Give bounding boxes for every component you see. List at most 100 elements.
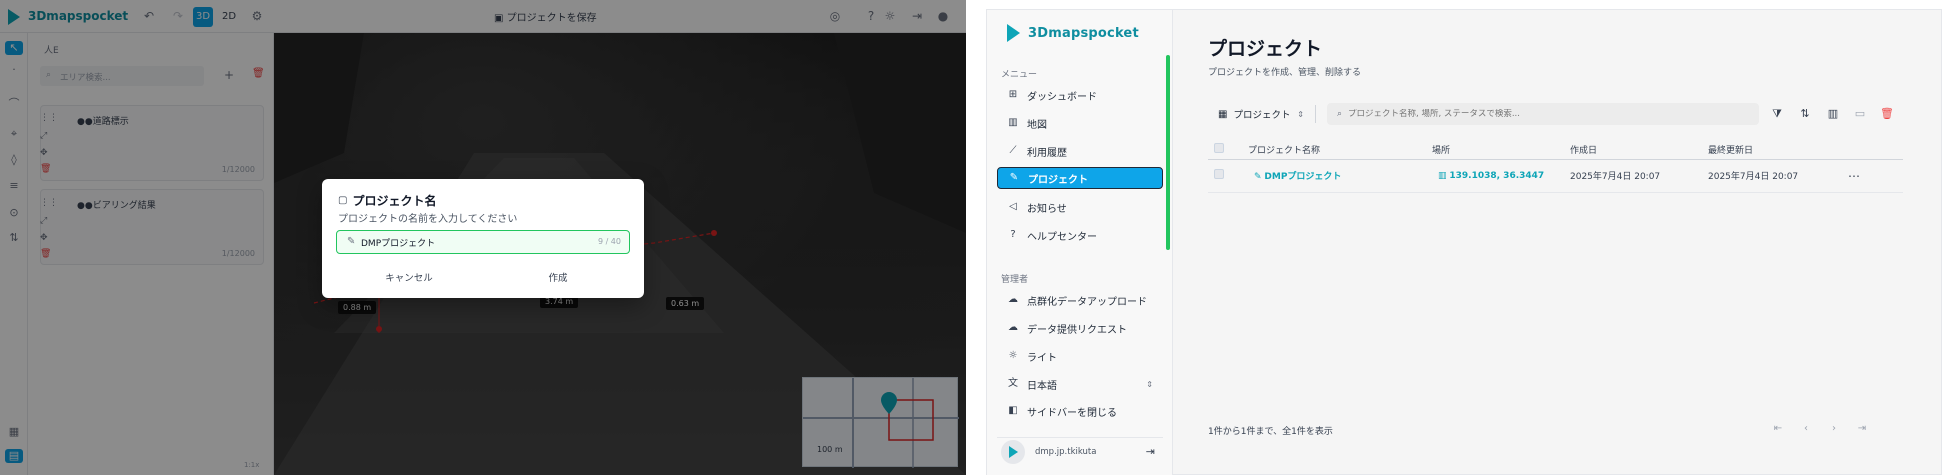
document-icon: ▢ — [338, 195, 348, 206]
column-header-created[interactable]: 作成日 — [1570, 141, 1708, 160]
sun-icon: ☼ — [1008, 350, 1018, 361]
project-name-cell[interactable]: ✎ DMPプロジェクト — [1248, 159, 1432, 193]
sidebar-item-label: 日本語 — [1027, 380, 1057, 392]
avatar — [1001, 439, 1025, 464]
filter-icon[interactable]: ⧩ — [1769, 106, 1785, 122]
edit-icon: ✎ — [1009, 172, 1019, 183]
chevron-updown-icon: ⇕ — [1146, 379, 1153, 389]
view-selector[interactable]: ▦ プロジェクト ⇕ — [1208, 103, 1310, 125]
sidebar-item-label: データ提供リクエスト — [1027, 324, 1127, 336]
trash-icon[interactable]: 🗑 — [1879, 106, 1895, 122]
page-title: プロジェクト — [1208, 38, 1323, 60]
sidebar-item-projects[interactable]: ✎ プロジェクト — [997, 167, 1163, 189]
sidebar-item-label: ダッシュボード — [1027, 91, 1097, 103]
viewer-window: 3Dmapspocket ↶ ↷ 3D 2D ⚙ ▣ プロジェクトを保存 ◎ ?… — [0, 0, 966, 475]
user-profile[interactable]: dmp.jp.tkikuta ⇥ — [997, 437, 1163, 465]
row-select-cell — [1208, 159, 1248, 193]
cloud-upload-icon: ☁ — [1008, 294, 1018, 305]
more-actions-icon[interactable]: ⋯ — [1848, 169, 1861, 183]
first-page-icon[interactable]: ⇤ — [1771, 422, 1785, 436]
dialog-title: プロジェクト名 — [352, 194, 437, 208]
brand-name: 3Dmapspocket — [1028, 25, 1139, 41]
project-table: プロジェクト名称 場所 作成日 最終更新日 ✎ DMPプロジェクト ▥ 139.… — [1208, 141, 1903, 193]
translate-icon: 文 — [1008, 378, 1018, 389]
chart-icon: ⟋ — [1009, 145, 1017, 156]
project-search[interactable]: ⌕ — [1327, 103, 1759, 125]
pen-icon: ✎ — [347, 236, 356, 247]
project-search-input[interactable] — [1348, 109, 1729, 119]
sidebar-item-theme[interactable]: ☼ ライト — [997, 345, 1163, 367]
sidebar-item-notices[interactable]: ◁ お知らせ — [997, 196, 1163, 218]
sidebar-item-upload[interactable]: ☁ 点群化データアップロード — [997, 289, 1163, 311]
columns-icon[interactable]: ▥ — [1825, 106, 1841, 122]
sidebar-close-icon: ◧ — [1008, 405, 1018, 416]
sidebar: 3Dmapspocket メニュー ⊞ ダッシュボード ▥ 地図 ⟋ 利用履歴 … — [987, 10, 1173, 475]
column-header-updated[interactable]: 最終更新日 — [1708, 141, 1848, 160]
row-checkbox[interactable] — [1214, 169, 1224, 179]
sidebar-item-data-request[interactable]: ☁ データ提供リクエスト — [997, 317, 1163, 339]
sidebar-item-label: プロジェクト — [1028, 174, 1088, 186]
sidebar-item-label: 点群化データアップロード — [1027, 296, 1147, 308]
view-selector-label: プロジェクト — [1233, 110, 1291, 121]
column-header-name[interactable]: プロジェクト名称 — [1248, 141, 1432, 160]
sidebar-item-label: 利用履歴 — [1027, 147, 1067, 159]
sidebar-item-label: ライト — [1027, 352, 1057, 364]
page-subtitle: プロジェクトを作成、管理、削除する — [1208, 68, 1362, 78]
select-all-cell — [1208, 141, 1248, 160]
sidebar-item-help-center[interactable]: ? ヘルプセンター — [997, 224, 1163, 246]
project-updated-cell: 2025年7月4日 20:07 — [1708, 159, 1848, 193]
main-content: プロジェクト プロジェクトを作成、管理、削除する ▦ プロジェクト ⇕ ⌕ ⧩ … — [1173, 10, 1941, 475]
map-icon: ▥ — [1008, 117, 1018, 128]
sidebar-item-close-sidebar[interactable]: ◧ サイドバーを閉じる — [997, 400, 1163, 422]
admin-section-label: 管理者 — [1001, 275, 1029, 285]
column-header-location[interactable]: 場所 — [1432, 141, 1570, 160]
sidebar-item-map[interactable]: ▥ 地図 — [997, 112, 1163, 134]
sidebar-item-label: ヘルプセンター — [1027, 231, 1097, 243]
table-icon: ▦ — [1218, 108, 1228, 120]
project-name-link[interactable]: DMPプロジェクト — [1264, 172, 1341, 182]
project-created-cell: 2025年7月4日 20:07 — [1570, 159, 1708, 193]
sidebar-item-dashboard[interactable]: ⊞ ダッシュボード — [997, 84, 1163, 106]
cloud-request-icon: ☁ — [1008, 322, 1018, 333]
pagination-summary: 1件から1件まで、全1件を表示 — [1208, 427, 1333, 437]
sidebar-scrollbar[interactable] — [1166, 55, 1170, 250]
sidebar-item-label: お知らせ — [1027, 203, 1067, 215]
toolbar-divider — [1315, 105, 1316, 123]
sidebar-item-label: サイドバーを閉じる — [1027, 407, 1117, 419]
table-row[interactable]: ✎ DMPプロジェクト ▥ 139.1038, 36.3447 2025年7月4… — [1208, 159, 1903, 193]
select-all-checkbox[interactable] — [1214, 143, 1224, 154]
project-location-link[interactable]: 139.1038, 36.3447 — [1449, 171, 1544, 181]
logout-icon[interactable]: ⇥ — [1146, 445, 1155, 458]
user-name: dmp.jp.tkikuta — [1035, 446, 1097, 457]
project-name-field[interactable]: ✎ 9 / 40 — [336, 230, 630, 254]
megaphone-icon: ◁ — [1009, 201, 1017, 212]
project-name-input[interactable] — [361, 234, 561, 250]
char-counter: 9 / 40 — [597, 237, 621, 246]
chevron-updown-icon: ⇕ — [1297, 109, 1304, 119]
cancel-button[interactable]: キャンセル — [339, 266, 479, 288]
admin-window: 3Dmapspocket メニュー ⊞ ダッシュボード ▥ 地図 ⟋ 利用履歴 … — [986, 9, 1942, 475]
prev-page-icon[interactable]: ‹ — [1799, 422, 1813, 436]
sidebar-item-usage-history[interactable]: ⟋ 利用履歴 — [997, 140, 1163, 162]
edit-icon: ✎ — [1254, 172, 1265, 182]
dashboard-icon: ⊞ — [1008, 89, 1018, 100]
brand-logo-icon — [1007, 24, 1020, 42]
map-icon: ▥ — [1438, 170, 1450, 181]
next-page-icon[interactable]: › — [1827, 422, 1841, 436]
sort-icon[interactable]: ⇅ — [1797, 106, 1813, 122]
column-header-actions — [1848, 141, 1903, 160]
project-name-dialog: ▢ プロジェクト名 プロジェクトの名前を入力してください ✎ 9 / 40 キャ… — [322, 179, 644, 298]
menu-section-label: メニュー — [1001, 70, 1038, 80]
last-page-icon[interactable]: ⇥ — [1855, 422, 1869, 436]
table-header-row: プロジェクト名称 場所 作成日 最終更新日 — [1208, 141, 1903, 160]
search-icon: ⌕ — [1337, 109, 1343, 119]
sidebar-item-label: 地図 — [1027, 119, 1047, 131]
help-icon: ? — [1010, 229, 1016, 240]
brand[interactable]: 3Dmapspocket — [1007, 24, 1139, 42]
dialog-title-row: ▢ プロジェクト名 — [338, 192, 436, 209]
archive-icon[interactable]: ▭ — [1852, 106, 1868, 122]
row-actions-cell: ⋯ — [1848, 159, 1903, 193]
sidebar-item-language[interactable]: 文 日本語 ⇕ — [997, 373, 1163, 395]
create-button[interactable]: 作成 — [488, 266, 628, 288]
project-location-cell[interactable]: ▥ 139.1038, 36.3447 — [1432, 159, 1570, 193]
